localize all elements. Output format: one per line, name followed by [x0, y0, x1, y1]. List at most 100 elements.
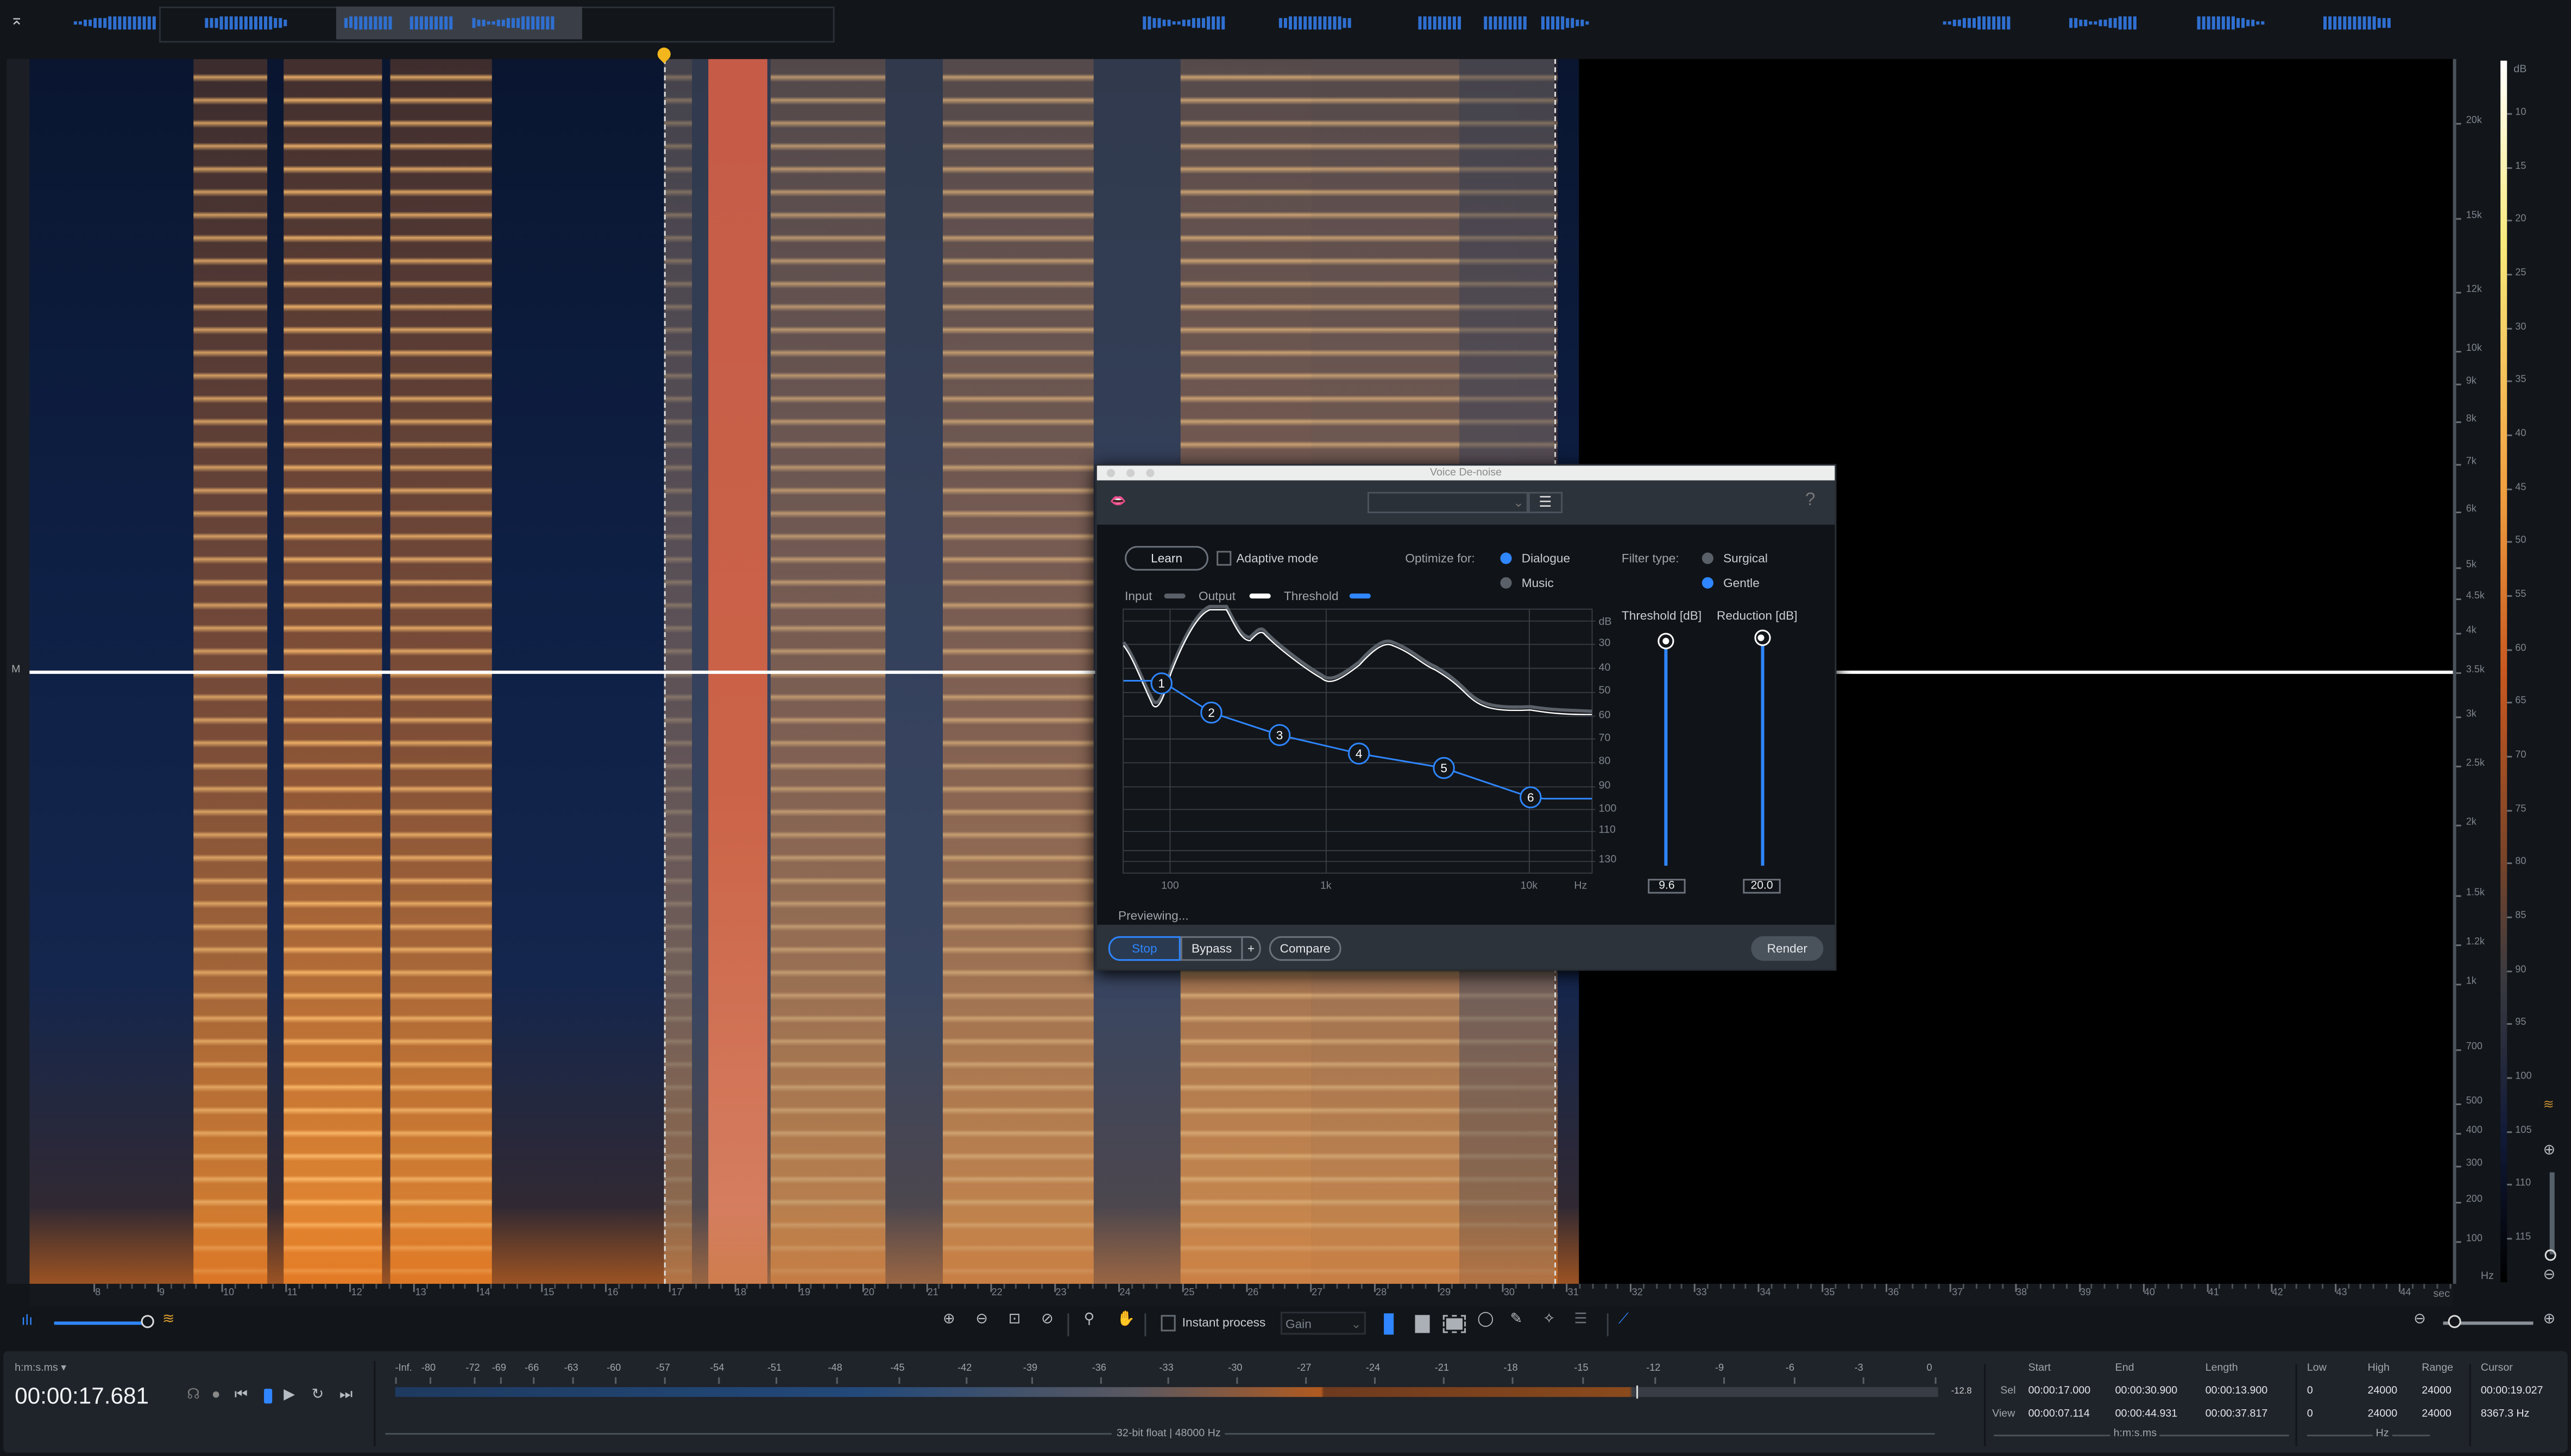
loop-icon[interactable]: ↻ — [312, 1386, 324, 1402]
opacity-slider-knob[interactable] — [141, 1315, 154, 1328]
overview-waveform-bar — [1498, 15, 1502, 30]
noise-profile-graph[interactable]: 1 2 3 4 5 6 — [1097, 465, 1835, 969]
time-tick — [541, 1283, 543, 1293]
render-button[interactable]: Render — [1751, 936, 1824, 961]
record-icon[interactable]: ● — [211, 1386, 220, 1402]
db-tick-label: 75 — [2515, 804, 2526, 815]
db-tick-label: 60 — [2515, 644, 2526, 654]
hand-tool-icon[interactable]: ✋ — [1117, 1311, 1135, 1326]
vertical-zoom-knob[interactable] — [2544, 1249, 2556, 1261]
overview-waveform-bar — [414, 16, 418, 30]
skip-to-end-icon[interactable]: ⏭ — [339, 1386, 352, 1402]
reduction-value-field[interactable]: 20.0 — [1743, 879, 1781, 894]
overview-waveform-bar — [1207, 17, 1211, 29]
vertical-zoom-slider[interactable] — [2549, 1172, 2555, 1255]
time-selection-tool-icon[interactable] — [1384, 1313, 1394, 1335]
time-tick — [925, 1283, 927, 1293]
time-tick-label: 17 — [671, 1289, 683, 1299]
threshold-node[interactable]: 3 — [1268, 724, 1291, 746]
meter-tick — [1793, 1377, 1795, 1384]
zoom-out-icon[interactable]: ⊖ — [975, 1311, 988, 1326]
time-minor-tick — [1707, 1283, 1708, 1288]
chevron-down-icon: ⌄ — [1351, 1316, 1362, 1332]
overview-waveform-bar — [1221, 16, 1225, 30]
db-tick-label: 30 — [2515, 322, 2526, 332]
waveform-view-icon[interactable]: ılı — [21, 1313, 33, 1328]
time-minor-tick — [324, 1283, 325, 1288]
time-tick — [1310, 1283, 1311, 1293]
compare-button[interactable]: Compare — [1269, 936, 1341, 961]
bypass-button[interactable]: Bypass — [1180, 936, 1243, 961]
zoom-tool-icon[interactable]: ⚲ — [1084, 1311, 1095, 1326]
stop-icon[interactable] — [264, 1389, 273, 1404]
brush-tool-icon[interactable]: ✎ — [1510, 1311, 1523, 1326]
spectrogram-view-icon[interactable]: ≋ — [162, 1311, 175, 1326]
spectral-path-icon[interactable]: ⟋ — [1618, 1311, 1629, 1326]
time-minor-tick — [2155, 1283, 2156, 1288]
graph-freq-label: 10k — [1520, 880, 1538, 892]
overview-waveform-bar — [1347, 18, 1351, 28]
threshold-node[interactable]: 4 — [1348, 742, 1370, 765]
meter-tick — [1654, 1377, 1655, 1384]
process-mode-value: Gain — [1285, 1316, 1312, 1332]
horizontal-zoom-knob[interactable] — [2448, 1315, 2461, 1328]
stop-button[interactable]: Stop — [1108, 936, 1181, 961]
zoom-in-icon[interactable]: ⊕ — [943, 1311, 955, 1326]
time-tick-label: 10 — [223, 1289, 235, 1299]
lasso-tool-icon[interactable]: ◯ — [1477, 1311, 1494, 1326]
magic-wand-tool-icon[interactable]: ✧ — [1543, 1311, 1555, 1326]
waveform-overview[interactable]: ⌅ — [0, 0, 2571, 49]
overview-waveform-bar — [2084, 20, 2088, 26]
overview-waveform-bar — [2207, 15, 2210, 30]
time-tick-label: 38 — [2015, 1289, 2027, 1299]
time-tick-label: 28 — [1376, 1289, 1387, 1299]
reduction-slider-track[interactable] — [1760, 644, 1764, 866]
meter-tick — [1442, 1377, 1444, 1384]
marker-label: M — [11, 664, 21, 676]
threshold-node[interactable]: 5 — [1433, 757, 1455, 779]
freq-tick-label: 2k — [2466, 818, 2477, 828]
overview-waveform-bar — [147, 16, 151, 30]
time-frequency-selection-tool-icon[interactable] — [1415, 1315, 1430, 1333]
db-tick-label: 90 — [2515, 965, 2526, 975]
spectrogram-settings-icon[interactable]: ≋ — [2543, 1098, 2554, 1112]
zoom-fit-icon[interactable]: ⊘ — [1041, 1311, 1054, 1326]
time-format-selector[interactable]: h:m:s.ms ▾ — [15, 1361, 66, 1374]
freq-tick — [2456, 1165, 2461, 1167]
skip-to-start-icon[interactable]: ⏮ — [235, 1386, 248, 1402]
threshold-value-field[interactable]: 9.6 — [1648, 879, 1686, 894]
time-minor-tick — [1515, 1283, 1516, 1288]
threshold-node[interactable]: 1 — [1150, 672, 1173, 695]
process-mode-dropdown[interactable]: Gain ⌄ — [1280, 1312, 1366, 1335]
graph-db-label: 100 — [1598, 803, 1617, 815]
time-minor-tick — [631, 1283, 632, 1288]
threshold-node[interactable]: 2 — [1200, 701, 1223, 724]
db-tick — [2507, 1024, 2512, 1025]
threshold-slider-track[interactable] — [1664, 647, 1668, 866]
threshold-node[interactable]: 6 — [1520, 786, 1542, 809]
opacity-slider[interactable] — [54, 1321, 148, 1324]
time-tick-label: 9 — [159, 1289, 165, 1299]
harmonic-selection-tool-icon[interactable]: ☰ — [1574, 1311, 1587, 1326]
overview-waveform-bar — [1503, 15, 1507, 30]
time-minor-tick — [1297, 1283, 1298, 1288]
zoom-in-vertical-icon[interactable]: ⊕ — [2543, 1142, 2556, 1157]
overview-waveform-bar — [83, 20, 87, 26]
time-tick-label: 25 — [1183, 1289, 1195, 1299]
zoom-out-vertical-icon[interactable]: ⊖ — [2543, 1266, 2556, 1282]
zoom-out-horizontal-icon[interactable]: ⊖ — [2414, 1311, 2426, 1326]
zoom-in-horizontal-icon[interactable]: ⊕ — [2543, 1311, 2556, 1326]
meter-scale-label: -27 — [1297, 1364, 1312, 1375]
instant-process-checkbox[interactable] — [1161, 1315, 1176, 1332]
threshold-slider-knob[interactable] — [1658, 633, 1674, 650]
headphones-icon[interactable]: ☊ — [187, 1386, 200, 1402]
zoom-selection-icon[interactable]: ⊡ — [1009, 1311, 1021, 1326]
frequency-selection-tool-icon[interactable] — [1442, 1315, 1466, 1333]
overview-waveform-bar — [1192, 18, 1195, 27]
overview-waveform-bar — [477, 19, 481, 27]
time-tick-label: 23 — [1055, 1289, 1067, 1299]
info-sel-range: 24000 — [2422, 1385, 2452, 1397]
play-selection-icon[interactable]: ▶ — [283, 1386, 295, 1402]
info-header: Start — [2028, 1362, 2051, 1375]
time-tick — [2270, 1283, 2272, 1293]
